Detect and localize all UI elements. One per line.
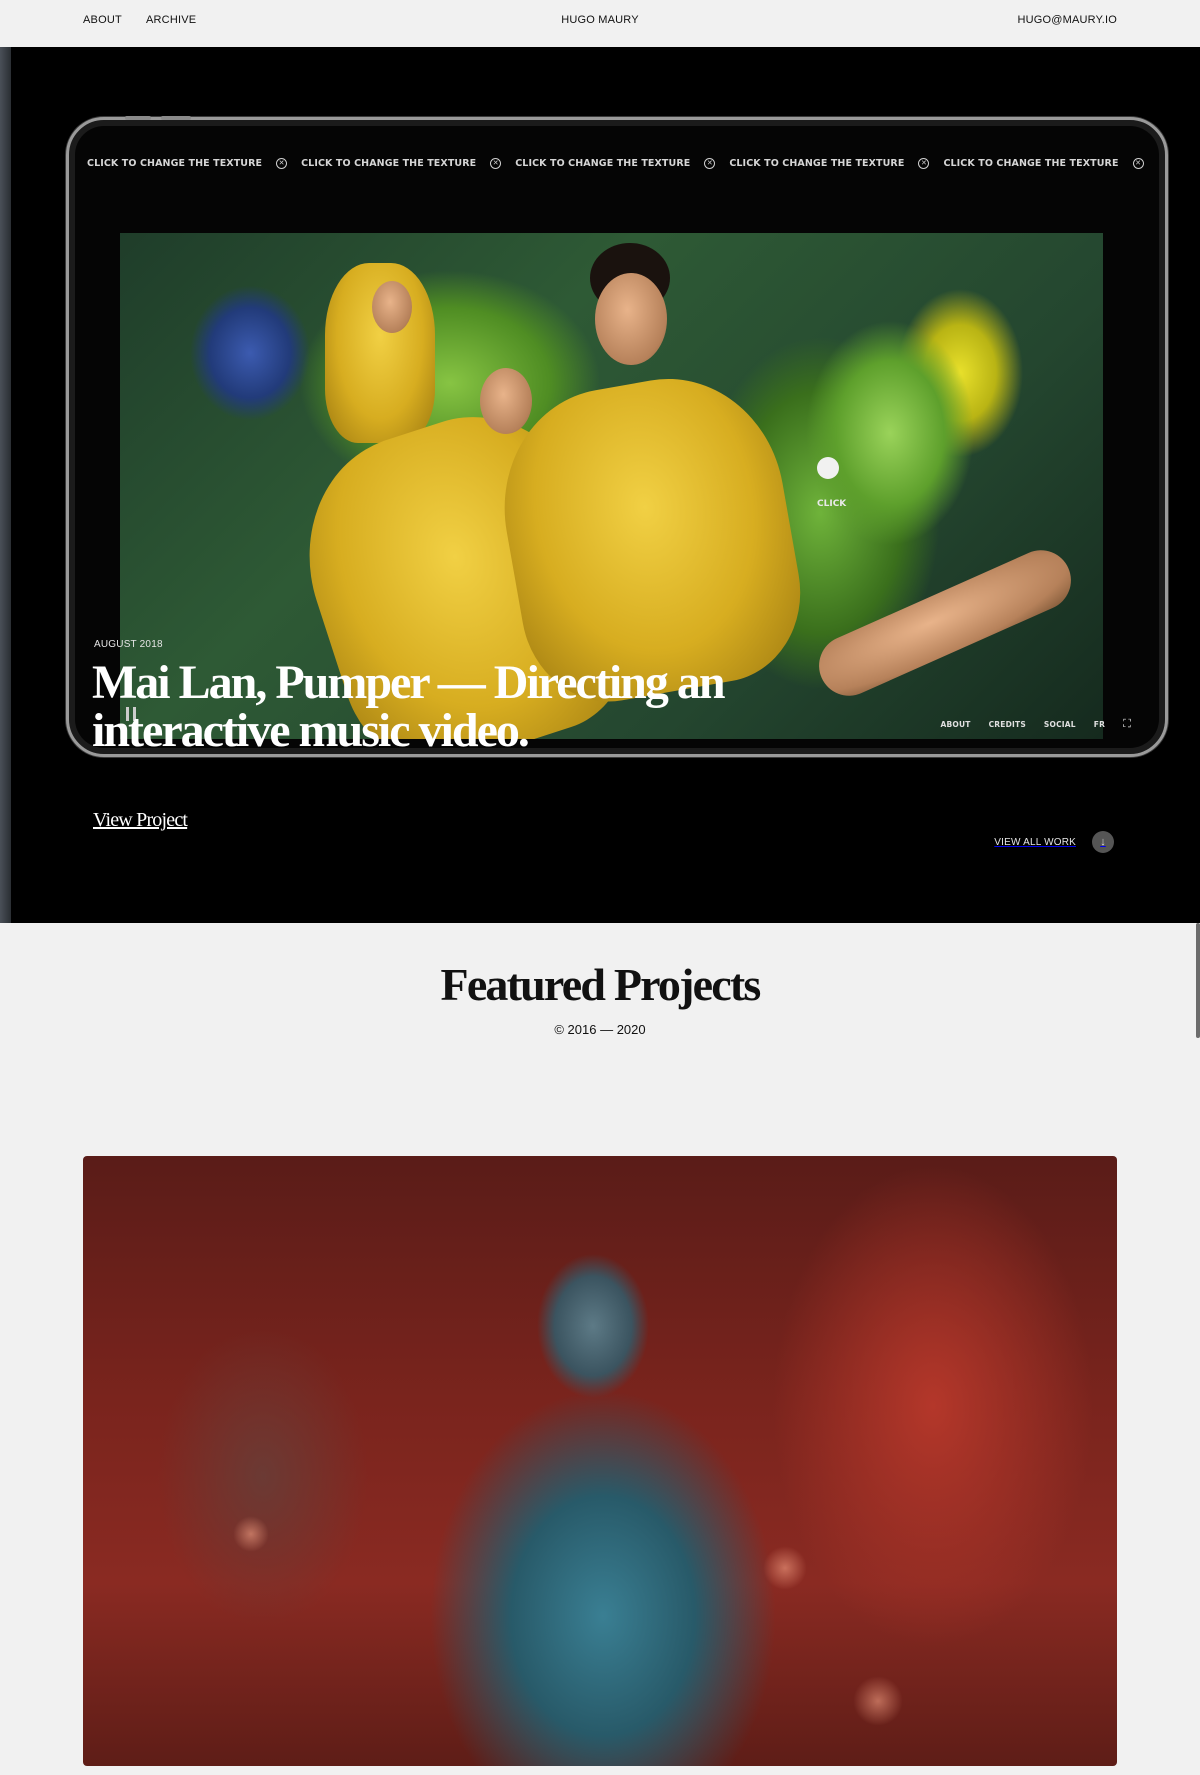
featured-projects-heading: Featured Projects — [440, 959, 762, 1010]
video-figure-leg — [809, 540, 1081, 706]
circle-x-icon: ✕ — [1132, 157, 1144, 169]
project-title: Mai Lan, Pumper — Directing an interacti… — [92, 656, 726, 757]
fullscreen-icon[interactable]: ⛶ — [1123, 717, 1131, 731]
bokeh-light — [853, 1676, 903, 1726]
device-menu: ABOUT CREDITS SOCIAL FR ⛶ — [940, 717, 1131, 731]
click-cursor — [817, 457, 839, 479]
hero-edge-shade — [0, 47, 11, 923]
featured-years: © 2016 — 2020 — [554, 1022, 646, 1037]
device-menu-social[interactable]: SOCIAL — [1044, 720, 1076, 729]
device-button — [161, 116, 191, 120]
project-date: AUGUST 2018 — [94, 639, 163, 650]
marquee-text: CLICK TO CHANGE THE TEXTURE — [87, 157, 263, 169]
marquee-text: CLICK TO CHANGE THE TEXTURE — [943, 157, 1119, 169]
view-all-work-label: VIEW ALL WORK — [994, 836, 1076, 848]
hero-section: CLICK TO CHANGE THE TEXTURE ✕ CLICK TO C… — [0, 47, 1200, 923]
bokeh-light — [233, 1516, 269, 1552]
video-figure-face — [480, 368, 532, 434]
view-all-work-link[interactable]: VIEW ALL WORK ↓ — [994, 831, 1114, 853]
top-nav: ABOUT ARCHIVE HUGO MAURY HUGO@MAURY.IO — [0, 0, 1200, 47]
circle-x-icon: ✕ — [276, 157, 288, 169]
click-cursor-label: CLICK — [817, 499, 847, 509]
marquee-text: CLICK TO CHANGE THE TEXTURE — [515, 157, 691, 169]
video-figure-face — [372, 281, 412, 333]
email-link[interactable]: HUGO@MAURY.IO — [1017, 14, 1117, 26]
view-project-link[interactable]: View Project — [93, 809, 188, 832]
device-menu-credits[interactable]: CREDITS — [989, 720, 1026, 729]
video-figure-face — [595, 273, 667, 365]
bokeh-light — [763, 1546, 807, 1590]
circle-x-icon: ✕ — [490, 157, 502, 169]
featured-project-card[interactable] — [83, 1156, 1117, 1766]
circle-x-icon: ✕ — [918, 157, 930, 169]
device-button — [125, 116, 151, 120]
arrow-down-icon: ↓ — [1092, 831, 1114, 853]
marquee-text: CLICK TO CHANGE THE TEXTURE — [729, 157, 905, 169]
device-menu-fr[interactable]: FR — [1094, 720, 1105, 729]
circle-x-icon: ✕ — [704, 157, 716, 169]
device-menu-about[interactable]: ABOUT — [940, 720, 970, 729]
texture-marquee[interactable]: CLICK TO CHANGE THE TEXTURE ✕ CLICK TO C… — [87, 154, 1147, 172]
marquee-text: CLICK TO CHANGE THE TEXTURE — [301, 157, 477, 169]
